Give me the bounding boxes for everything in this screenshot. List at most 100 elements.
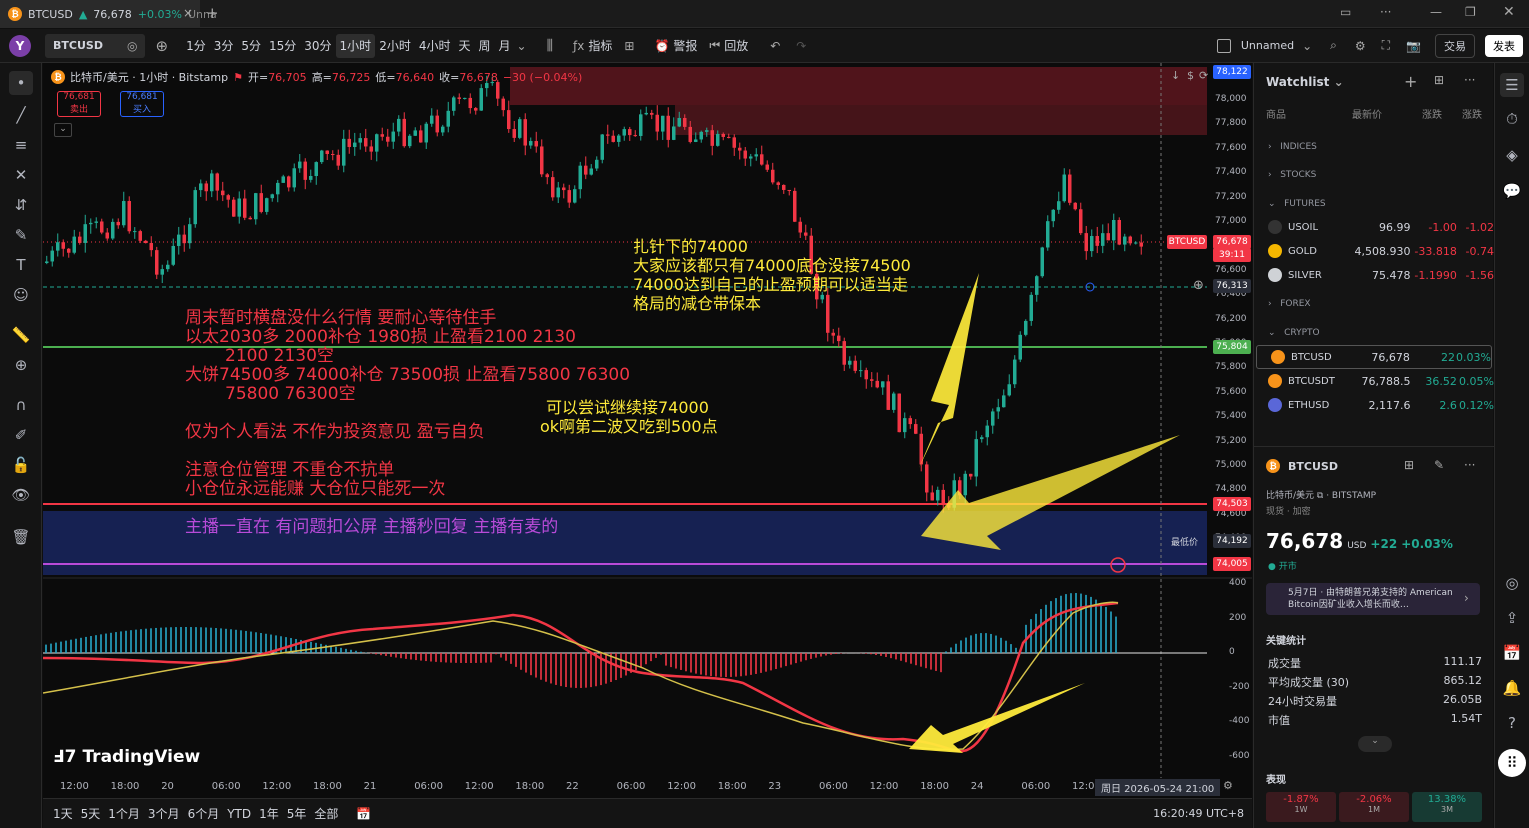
new-tab-icon[interactable]: + (206, 4, 219, 22)
section-crypto[interactable]: ⌄ CRYPTO (1268, 328, 1320, 338)
clock[interactable]: 16:20:49 UTC+8 (1153, 807, 1244, 820)
trade-button[interactable]: 交易 (1435, 33, 1475, 58)
legend-flag-icon[interactable]: ⚑ (233, 71, 243, 84)
col-symbol[interactable]: 商品 (1266, 106, 1352, 121)
details-symbol[interactable]: BTCUSD (1288, 460, 1338, 473)
section-indices[interactable]: › INDICES (1268, 142, 1317, 152)
apps-grid-icon[interactable]: ⠿ (1498, 749, 1526, 777)
watchlist-row[interactable]: USOIL 96.99 -1.00 -1.02 (1254, 215, 1494, 239)
range-button[interactable]: 1个月 (104, 802, 144, 826)
help-icon[interactable]: ? (1500, 711, 1524, 735)
templates-icon[interactable]: ⊞ (624, 39, 634, 53)
details-grid-icon[interactable]: ⊞ (1404, 458, 1414, 472)
col-chg[interactable]: 涨跌 (1422, 106, 1462, 121)
performance-cell[interactable]: -2.06% 1M (1339, 792, 1409, 822)
watchlist-icon[interactable]: ☰ (1500, 73, 1524, 97)
section-futures[interactable]: ⌄ FUTURES (1268, 199, 1326, 209)
expand-stats-icon[interactable]: ⌄ (1358, 736, 1392, 752)
range-button[interactable]: 6个月 (184, 802, 224, 826)
advanced-view-icon[interactable]: ⊞ (1434, 73, 1444, 87)
pattern-icon[interactable]: ✕ (9, 163, 33, 187)
range-button[interactable]: 1天 (49, 802, 77, 826)
settings-icon[interactable]: ⚙ (1355, 39, 1366, 53)
range-button[interactable]: 3个月 (144, 802, 184, 826)
timeframe-button[interactable]: 月 (495, 34, 515, 58)
timeframe-button[interactable]: 2小时 (375, 34, 415, 58)
zoom-icon[interactable]: ⊕ (9, 353, 33, 377)
trash-icon[interactable]: 🗑 (9, 525, 33, 549)
fullscreen-icon[interactable]: ⛶ (1382, 38, 1390, 53)
add-symbol-icon[interactable]: ⊕ (155, 37, 168, 55)
timeframe-dropdown-icon[interactable]: ⌄ (517, 39, 527, 53)
browser-tab[interactable]: ₿ BTCUSD ▲ 76,678 +0.03% Unna (0, 0, 217, 28)
scroll-down-icon[interactable]: ↓ (1171, 69, 1180, 82)
buy-button[interactable]: 76,681 买入 (120, 91, 164, 117)
maximize-icon[interactable]: ❐ (1465, 5, 1476, 19)
notifications-icon[interactable]: 🔔 (1500, 676, 1524, 700)
add-symbol-plus-icon[interactable]: + (1404, 72, 1417, 91)
news-card[interactable]: 5月7日 · 由特朗普兄弟支持的 American Bitcoin因矿业收入增长… (1266, 583, 1480, 615)
axis-settings-icon[interactable]: ⚙ (1223, 779, 1233, 792)
timeframe-button[interactable]: 15分 (265, 34, 300, 58)
timeframe-button[interactable]: 1小时 (335, 33, 376, 58)
sell-button[interactable]: 76,681 卖出 (57, 91, 101, 117)
chat-icon[interactable]: 💬 (1500, 179, 1524, 203)
col-last[interactable]: 最新价 (1352, 106, 1422, 121)
add-alert-icon[interactable]: ⊕ (1193, 278, 1204, 293)
timeframe-button[interactable]: 5分 (237, 34, 265, 58)
quick-search-icon[interactable]: ⌕ (1330, 38, 1337, 53)
lock-icon[interactable]: 🔓 (9, 453, 33, 477)
fib-icon[interactable]: ≡ (9, 133, 33, 157)
timeframe-button[interactable]: 3分 (210, 34, 238, 58)
date-range-icon[interactable]: 📅 (356, 807, 371, 821)
avatar[interactable]: Y (9, 34, 31, 57)
currency-icon[interactable]: $ (1187, 69, 1194, 82)
timeframe-button[interactable]: 周 (474, 34, 494, 58)
legend-symbol[interactable]: 比特币/美元 · 1小时 · Bitstamp (70, 69, 228, 85)
redo-icon[interactable]: ↷ (796, 39, 806, 53)
camera-icon[interactable]: 📷 (1406, 39, 1421, 53)
watchlist-row[interactable]: ETHUSD 2,117.6 2.6 0.12% (1254, 393, 1494, 417)
collapse-legend-icon[interactable]: ⌄ (54, 123, 72, 137)
watchlist-row[interactable]: BTCUSD 76,678 22 0.03% (1256, 345, 1492, 369)
details-exchange[interactable]: BITSTAMP (1332, 491, 1376, 501)
layout-square-icon[interactable] (1216, 38, 1231, 53)
layout-dropdown-icon[interactable]: ⌄ (1302, 39, 1312, 53)
crosshair-icon[interactable]: • (9, 71, 33, 95)
range-button[interactable]: 1年 (255, 802, 283, 826)
section-stocks[interactable]: › STOCKS (1268, 170, 1316, 180)
layout-icon[interactable]: ▭ (1340, 5, 1351, 19)
more-icon[interactable]: ··· (1380, 5, 1391, 19)
calendar-icon[interactable]: 📅 (1500, 641, 1524, 665)
emoji-icon[interactable]: ☺ (9, 283, 33, 307)
magnet-icon[interactable]: ∩ (9, 393, 33, 417)
minimize-icon[interactable]: — (1430, 5, 1442, 19)
alerts-clock-icon[interactable]: ⏱ (1500, 107, 1524, 131)
refresh-icon[interactable]: ⟳ (1199, 69, 1208, 82)
timeframe-button[interactable]: 天 (454, 34, 474, 58)
timeframe-button[interactable]: 30分 (300, 34, 335, 58)
brush-icon[interactable]: ✎ (9, 223, 33, 247)
range-button[interactable]: 全部 (310, 802, 342, 826)
layers-icon[interactable]: ◈ (1500, 143, 1524, 167)
trendline-icon[interactable]: ╱ (9, 103, 33, 127)
lock-drawing-icon[interactable]: ✐ (9, 423, 33, 447)
range-button[interactable]: YTD (223, 802, 255, 826)
watchlist-row[interactable]: GOLD 4,508.930 -33.818 -0.74 (1254, 239, 1494, 263)
details-edit-icon[interactable]: ✎ (1434, 458, 1444, 472)
indicators-button[interactable]: ƒx 指标 (567, 34, 618, 58)
close-window-icon[interactable]: ✕ (1503, 4, 1515, 20)
watchlist-row[interactable]: BTCUSDT 76,788.5 36.52 0.05% (1254, 369, 1494, 393)
undo-icon[interactable]: ↶ (770, 39, 780, 53)
watchlist-row[interactable]: SILVER 75.478 -1.1990 -1.56 (1254, 263, 1494, 287)
publish-button[interactable]: 发表 (1485, 34, 1523, 57)
section-forex[interactable]: › FOREX (1268, 299, 1311, 309)
range-button[interactable]: 5年 (283, 802, 311, 826)
chart-pane[interactable]: ₿ 比特币/美元 · 1小时 · Bitstamp ⚑ 开= 76,705 高= 7… (43, 63, 1252, 798)
replay-button[interactable]: ⏮ 回放 (703, 34, 754, 58)
details-more-icon[interactable]: ··· (1464, 458, 1475, 472)
performance-cell[interactable]: -1.87% 1W (1266, 792, 1336, 822)
candle-type-icon[interactable]: ⫼ (547, 38, 553, 54)
eye-icon[interactable]: 👁 (9, 483, 33, 507)
performance-cell[interactable]: 13.38% 3M (1412, 792, 1482, 822)
